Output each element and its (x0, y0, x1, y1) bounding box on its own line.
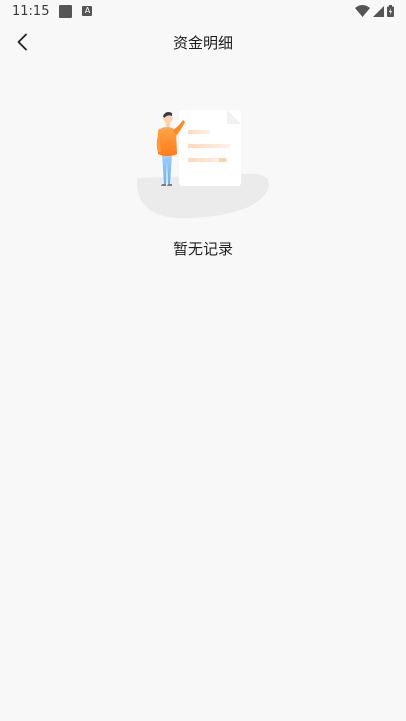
status-left: 11:15 A (12, 3, 93, 19)
empty-state: 暂无记录 (0, 104, 406, 259)
status-right (355, 5, 394, 17)
signal-icon (373, 5, 384, 17)
wifi-icon (355, 5, 370, 17)
notification-square-icon (59, 4, 73, 18)
status-bar: 11:15 A (0, 0, 406, 22)
battery-icon (387, 5, 394, 17)
empty-state-message: 暂无记录 (172, 240, 233, 258)
app-a-icon: A (82, 6, 93, 16)
app-bar: 资金明细 (0, 22, 406, 62)
empty-records-illustration (136, 110, 270, 219)
page-title: 资金明细 (172, 33, 233, 52)
status-time: 11:15 (12, 3, 50, 19)
chevron-left-icon (17, 33, 27, 51)
back-button[interactable] (8, 28, 36, 56)
